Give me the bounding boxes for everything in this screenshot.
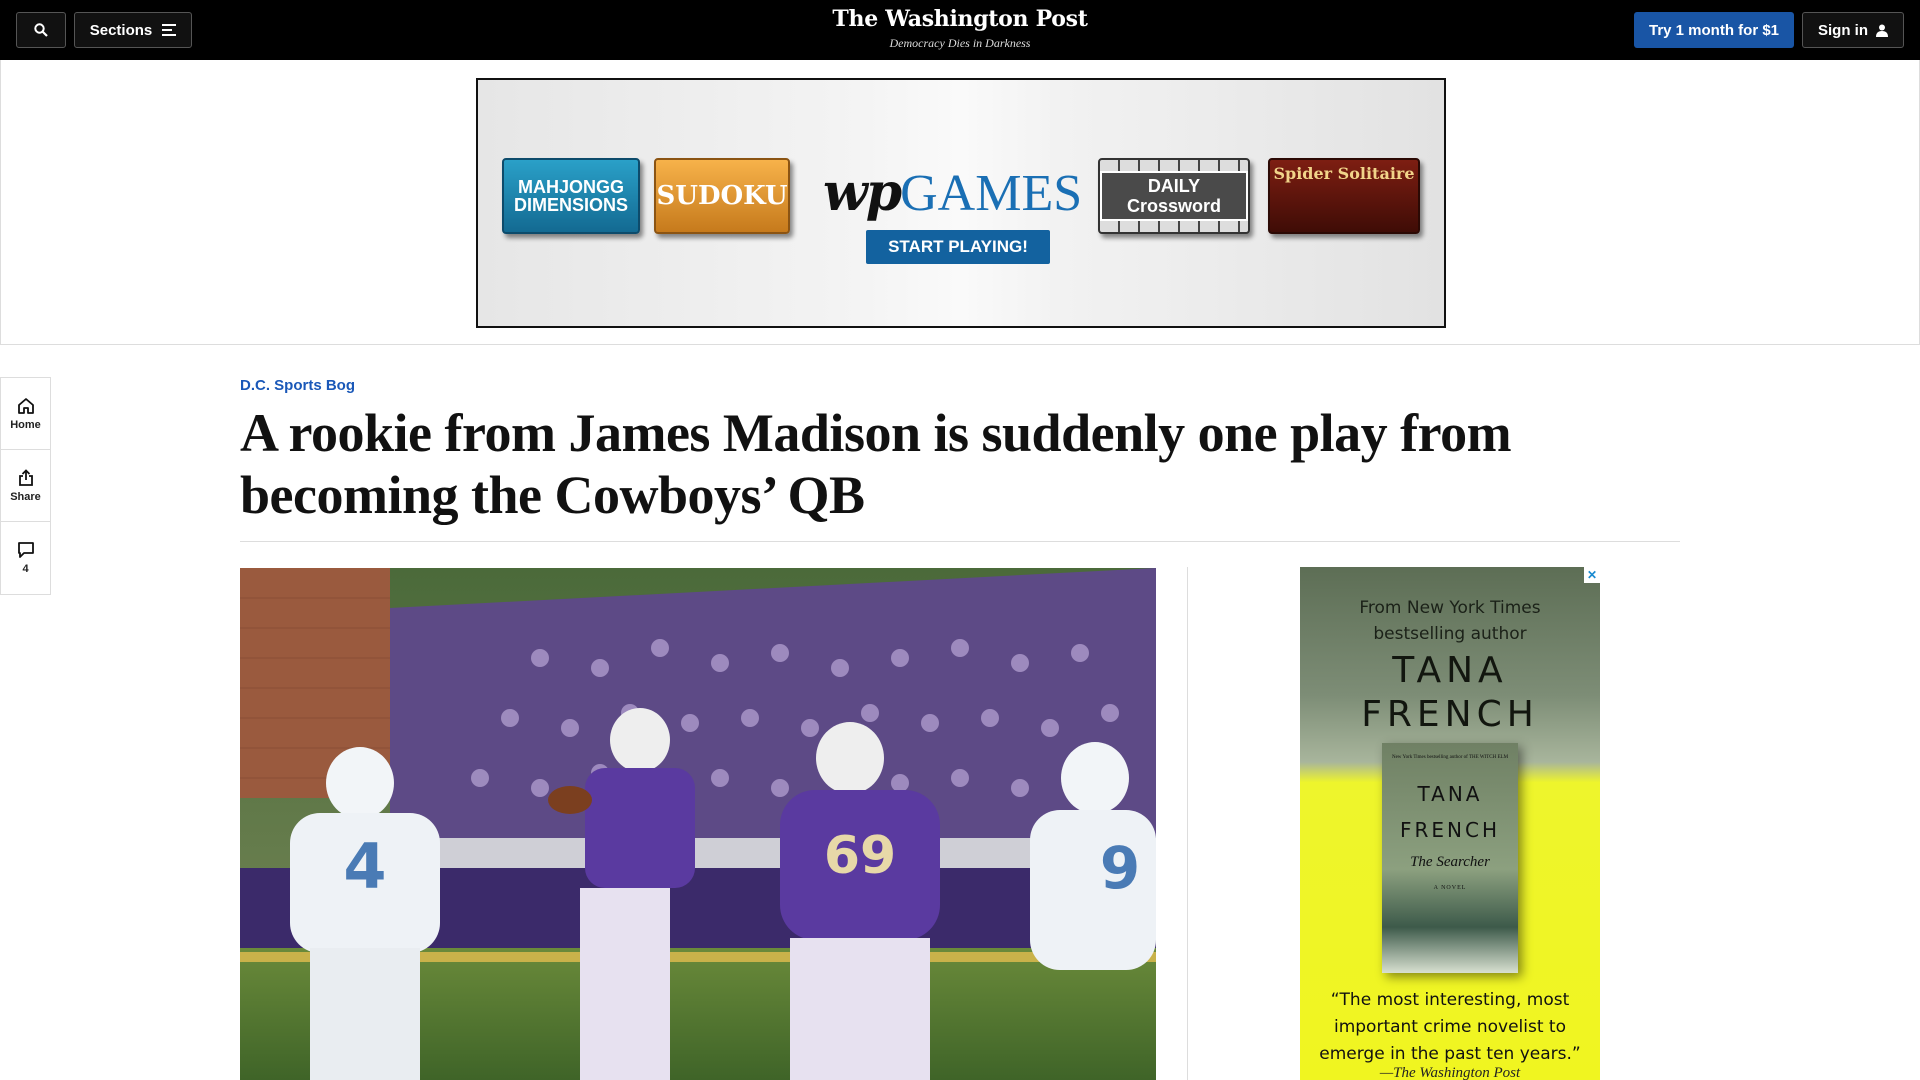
book-cover-title: The Searcher — [1410, 854, 1490, 870]
sections-menu-button[interactable]: Sections — [74, 12, 192, 48]
ad-author-name: TANA FRENCH — [1300, 649, 1600, 737]
comment-icon — [17, 542, 34, 558]
section-kicker-link[interactable]: D.C. Sports Bog — [240, 377, 355, 394]
start-playing-button[interactable]: START PLAYING! — [866, 230, 1050, 264]
ad-author-line2: FRENCH — [1361, 694, 1539, 735]
banner-ad-container: MAHJONGG DIMENSIONS SUDOKU wpGAMES START… — [0, 60, 1920, 345]
book-cover: New York Times bestselling author of THE… — [1382, 743, 1518, 973]
sections-label: Sections — [89, 21, 153, 39]
search-button[interactable] — [16, 12, 66, 48]
share-icon — [18, 468, 33, 486]
user-icon — [1876, 24, 1888, 37]
book-ad[interactable]: ✕ From New York Times bestselling author… — [1300, 567, 1600, 1080]
hamburger-icon — [162, 24, 177, 36]
headline-divider — [240, 541, 1680, 542]
sign-in-label: Sign in — [1818, 21, 1868, 39]
crossword-tile: DAILY Crossword — [1098, 158, 1250, 234]
svg-text:69: 69 — [824, 826, 896, 886]
svg-text:9: 9 — [1100, 834, 1140, 902]
ad-from-text: From New York Times bestselling author — [1300, 595, 1600, 647]
ad-from-line2: bestselling author — [1373, 624, 1527, 644]
top-nav-bar: Sections The Washington Post Democracy D… — [0, 0, 1920, 60]
search-icon — [34, 23, 48, 37]
article-headline: A rookie from James Madison is suddenly … — [240, 403, 1512, 525]
wp-games-logo: wpGAMES — [823, 162, 1082, 223]
column-divider — [1187, 567, 1188, 1080]
comment-count: 4 — [22, 563, 29, 575]
crossword-label: DAILY Crossword — [1100, 171, 1248, 221]
svg-text:4: 4 — [343, 830, 386, 903]
wp-logo-mark: wp — [823, 162, 902, 223]
lead-photo[interactable]: 4 69 9 — [240, 568, 1156, 1080]
book-cover-blurb: New York Times bestselling author of THE… — [1391, 755, 1509, 760]
sudoku-tile: SUDOKU — [654, 158, 790, 234]
book-cover-author1: TANA — [1417, 782, 1483, 806]
home-label: Home — [10, 418, 41, 431]
ad-quote: “The most interesting, most important cr… — [1319, 990, 1581, 1064]
home-icon — [17, 397, 34, 414]
football-photo-illustration: 4 69 9 — [240, 568, 1156, 1080]
wp-games-ad[interactable]: MAHJONGG DIMENSIONS SUDOKU wpGAMES START… — [476, 78, 1446, 328]
ad-quote-attribution: —The Washington Post — [1379, 1065, 1521, 1080]
mahjongg-tile: MAHJONGG DIMENSIONS — [502, 158, 640, 234]
site-logo[interactable]: The Washington Post — [760, 6, 1160, 32]
share-button[interactable]: Share — [1, 450, 50, 522]
book-cover-author2: FRENCH — [1399, 818, 1500, 842]
spider-solitaire-tile: Spider Solitaire — [1268, 158, 1420, 234]
masthead[interactable]: The Washington Post Democracy Dies in Da… — [760, 6, 1160, 51]
comments-button[interactable]: 4 — [1, 522, 50, 594]
sign-in-button[interactable]: Sign in — [1802, 12, 1904, 48]
subscribe-button[interactable]: Try 1 month for $1 — [1634, 12, 1794, 48]
site-tagline: Democracy Dies in Darkness — [889, 36, 1031, 50]
book-cover-type: A NOVEL — [1433, 885, 1467, 891]
left-action-rail: Home Share 4 — [0, 377, 51, 595]
share-label: Share — [10, 490, 41, 503]
ad-from-line1: From New York Times — [1359, 598, 1541, 618]
home-button[interactable]: Home — [1, 378, 50, 450]
ad-close-icon[interactable]: ✕ — [1584, 567, 1600, 583]
games-wordmark: GAMES — [900, 165, 1083, 222]
ad-author-line1: TANA — [1392, 650, 1508, 691]
